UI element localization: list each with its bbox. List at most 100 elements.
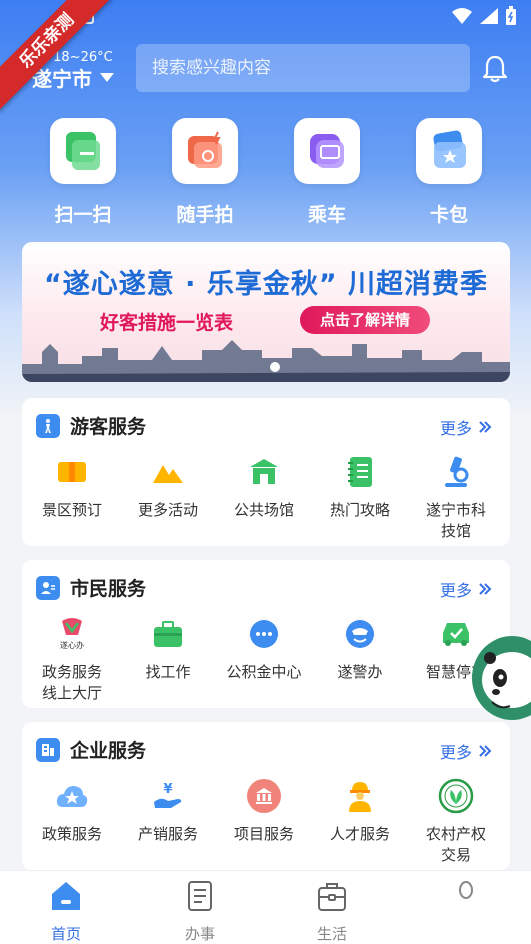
tab-services[interactable]: 办事 xyxy=(160,879,240,944)
service-label: 公共场馆 xyxy=(233,501,294,519)
profile-icon xyxy=(459,881,473,899)
service-label: 政策服务 xyxy=(41,825,102,843)
quick-action-label: 卡包 xyxy=(429,204,468,226)
quick-action-wallet[interactable]: 卡包 xyxy=(399,118,499,227)
document-icon xyxy=(188,881,212,911)
panda-mascot[interactable] xyxy=(466,630,531,722)
wifi-icon xyxy=(452,8,472,24)
tab-profile[interactable] xyxy=(426,879,506,923)
more-label: 更多 xyxy=(439,743,472,762)
service-item[interactable]: 找工作 xyxy=(120,616,216,683)
camera-icon xyxy=(188,131,222,168)
tab-label: 首页 xyxy=(50,925,81,943)
service-item[interactable]: 遂宁市科技馆 xyxy=(408,454,504,542)
section-tourist-services: 游客服务 更多 景区预订 更多活动 公共场馆 热门攻略 遂宁市科技馆 xyxy=(22,398,510,546)
quick-action-bus[interactable]: 乘车 xyxy=(277,118,377,227)
worker-icon xyxy=(349,782,371,812)
service-label: 景区预订 xyxy=(41,501,102,519)
briefcase-icon xyxy=(154,621,182,647)
service-label: 找工作 xyxy=(145,663,191,681)
quick-action-label: 乘车 xyxy=(307,204,346,226)
bank-icon xyxy=(247,779,281,813)
city-skyline-illustration xyxy=(22,340,510,382)
quick-action-label: 扫一扫 xyxy=(54,204,112,226)
banner-subtitle: 好客措施一览表 xyxy=(100,312,234,334)
ribbon-label: 乐乐亲测 xyxy=(0,0,118,112)
section-title: 企业服务 xyxy=(70,740,147,762)
quick-action-label: 随手拍 xyxy=(176,204,234,226)
more-label: 更多 xyxy=(439,419,472,438)
service-label: 产销服务 xyxy=(137,825,198,843)
service-label: 农村产权交易 xyxy=(425,825,486,864)
promo-banner[interactable]: “遂心遂意 · 乐享金秋” 川超消费季 好客措施一览表 点击了解详情 xyxy=(22,242,510,382)
carousel-indicator[interactable] xyxy=(270,362,280,372)
search-input[interactable]: 搜索感兴趣内容 xyxy=(136,44,470,92)
bus-icon xyxy=(310,134,344,168)
service-item[interactable]: 人才服务 xyxy=(312,778,408,845)
service-item[interactable]: 遂心办政务服务线上大厅 xyxy=(24,616,120,704)
service-label: 更多活动 xyxy=(137,501,198,519)
leaf-seal-icon xyxy=(438,778,474,814)
police-icon xyxy=(346,620,374,648)
section-title: 游客服务 xyxy=(70,416,147,438)
service-item[interactable]: 景区预订 xyxy=(24,454,120,521)
ticket-icon xyxy=(58,462,86,482)
service-label: 公积金中心 xyxy=(226,663,302,681)
banner-details-button[interactable]: 点击了解详情 xyxy=(300,306,431,334)
section-enterprise-services: 企业服务 更多 政策服务 ¥ 产销服务 项目服务 人才服务 农村产权交易 xyxy=(22,722,510,870)
service-item[interactable]: 公共场馆 xyxy=(216,454,312,521)
service-item[interactable]: 政策服务 xyxy=(24,778,120,845)
banner-title: “遂心遂意 · 乐享金秋” 川超消费季 xyxy=(44,269,488,300)
notebook-icon xyxy=(348,457,372,487)
quick-action-scan[interactable]: 扫一扫 xyxy=(33,118,133,227)
corner-ribbon: 乐乐亲测 xyxy=(0,0,120,120)
double-chevron-right-icon xyxy=(479,745,492,757)
more-link[interactable]: 更多 xyxy=(440,577,492,601)
mountain-icon xyxy=(153,465,183,483)
service-label: 政务服务线上大厅 xyxy=(41,663,102,702)
bag-icon xyxy=(318,883,346,911)
bottom-tabbar: 首页 办事 生活 xyxy=(0,870,531,944)
scan-icon xyxy=(66,132,100,170)
tourist-icon xyxy=(36,413,60,438)
service-item[interactable]: 项目服务 xyxy=(216,778,312,845)
svg-text:遂心办: 遂心办 xyxy=(60,640,84,650)
double-chevron-right-icon xyxy=(479,421,492,433)
venue-icon xyxy=(250,459,278,484)
tab-label: 办事 xyxy=(184,925,215,943)
service-label: 人才服务 xyxy=(329,825,390,843)
bell-icon[interactable] xyxy=(480,54,510,84)
yuan-hand-icon: ¥ xyxy=(154,782,182,808)
service-item[interactable]: 热门攻略 xyxy=(312,454,408,521)
service-label: 遂宁市科技馆 xyxy=(425,501,486,540)
home-icon xyxy=(52,882,80,910)
service-item[interactable]: 农村产权交易 xyxy=(408,778,504,866)
tab-life[interactable]: 生活 xyxy=(292,879,372,944)
quick-action-photo[interactable]: 随手拍 xyxy=(155,118,255,227)
more-link[interactable]: 更多 xyxy=(440,739,492,763)
double-chevron-right-icon xyxy=(479,583,492,595)
service-label: 热门攻略 xyxy=(329,501,390,519)
service-item[interactable]: 遂警办 xyxy=(312,616,408,683)
service-item[interactable]: ¥ 产销服务 xyxy=(120,778,216,845)
signal-icon xyxy=(480,8,498,24)
enterprise-icon xyxy=(36,737,60,762)
more-link[interactable]: 更多 xyxy=(440,415,492,439)
more-label: 更多 xyxy=(439,581,472,600)
cloud-star-icon xyxy=(56,786,88,807)
citizen-icon xyxy=(36,575,60,600)
battery-icon xyxy=(506,6,516,25)
section-citizen-services: 市民服务 更多 遂心办 政务服务线上大厅 找工作 公积金中心 遂警办 智慧停车 xyxy=(22,560,510,708)
microscope-icon xyxy=(445,456,469,487)
tab-label: 生活 xyxy=(316,925,347,943)
card-wallet-icon xyxy=(433,130,466,168)
service-item[interactable]: 公积金中心 xyxy=(216,616,312,683)
svg-text:¥: ¥ xyxy=(163,782,172,797)
gov-logo-icon: 遂心办 xyxy=(60,618,84,650)
service-label: 遂警办 xyxy=(337,663,383,681)
service-label: 项目服务 xyxy=(233,825,294,843)
tab-home[interactable]: 首页 xyxy=(26,879,106,944)
service-item[interactable]: 更多活动 xyxy=(120,454,216,521)
section-title: 市民服务 xyxy=(70,578,147,600)
chat-dots-icon xyxy=(250,620,278,648)
